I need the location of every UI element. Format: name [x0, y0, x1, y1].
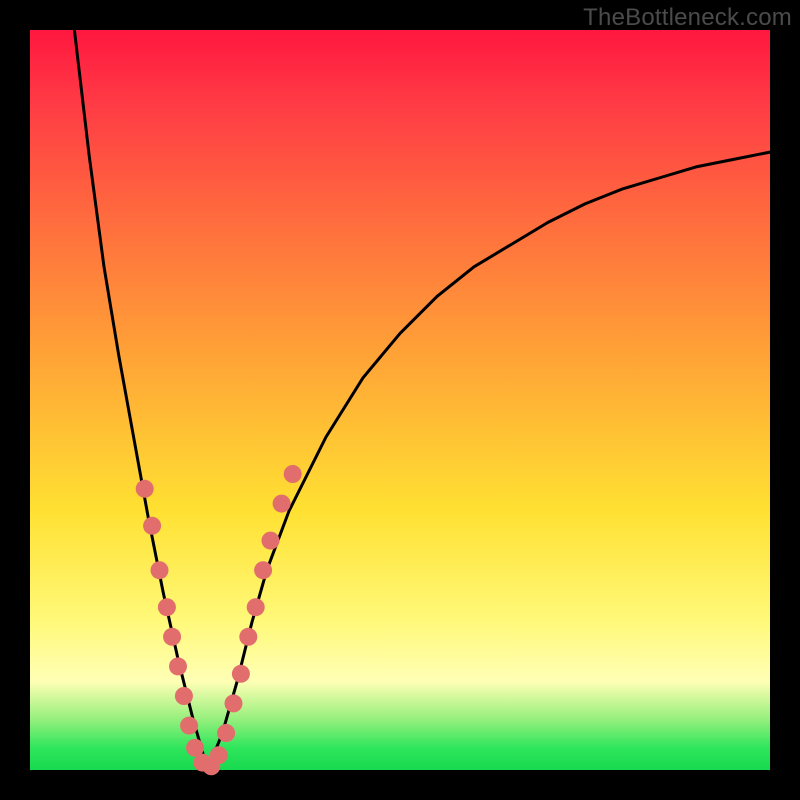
marker-dot	[163, 628, 181, 646]
marker-dot	[158, 598, 176, 616]
marker-dot	[262, 532, 280, 550]
marker-dot	[180, 717, 198, 735]
marker-dot	[232, 665, 250, 683]
marker-dot	[284, 465, 302, 483]
curve-overlay	[30, 30, 770, 770]
marker-dot	[169, 657, 187, 675]
watermark-text: TheBottleneck.com	[583, 4, 792, 32]
marker-dot	[175, 687, 193, 705]
marker-dot	[217, 724, 235, 742]
chart-frame: TheBottleneck.com	[0, 0, 800, 800]
curve-left-branch	[74, 30, 207, 770]
marker-dot	[273, 495, 291, 513]
marker-dot	[143, 517, 161, 535]
highlight-markers	[136, 465, 302, 775]
marker-dot	[247, 598, 265, 616]
marker-dot	[210, 746, 228, 764]
marker-dot	[151, 561, 169, 579]
marker-dot	[136, 480, 154, 498]
marker-dot	[225, 694, 243, 712]
curve-right-branch	[208, 152, 770, 770]
marker-dot	[239, 628, 257, 646]
marker-dot	[254, 561, 272, 579]
